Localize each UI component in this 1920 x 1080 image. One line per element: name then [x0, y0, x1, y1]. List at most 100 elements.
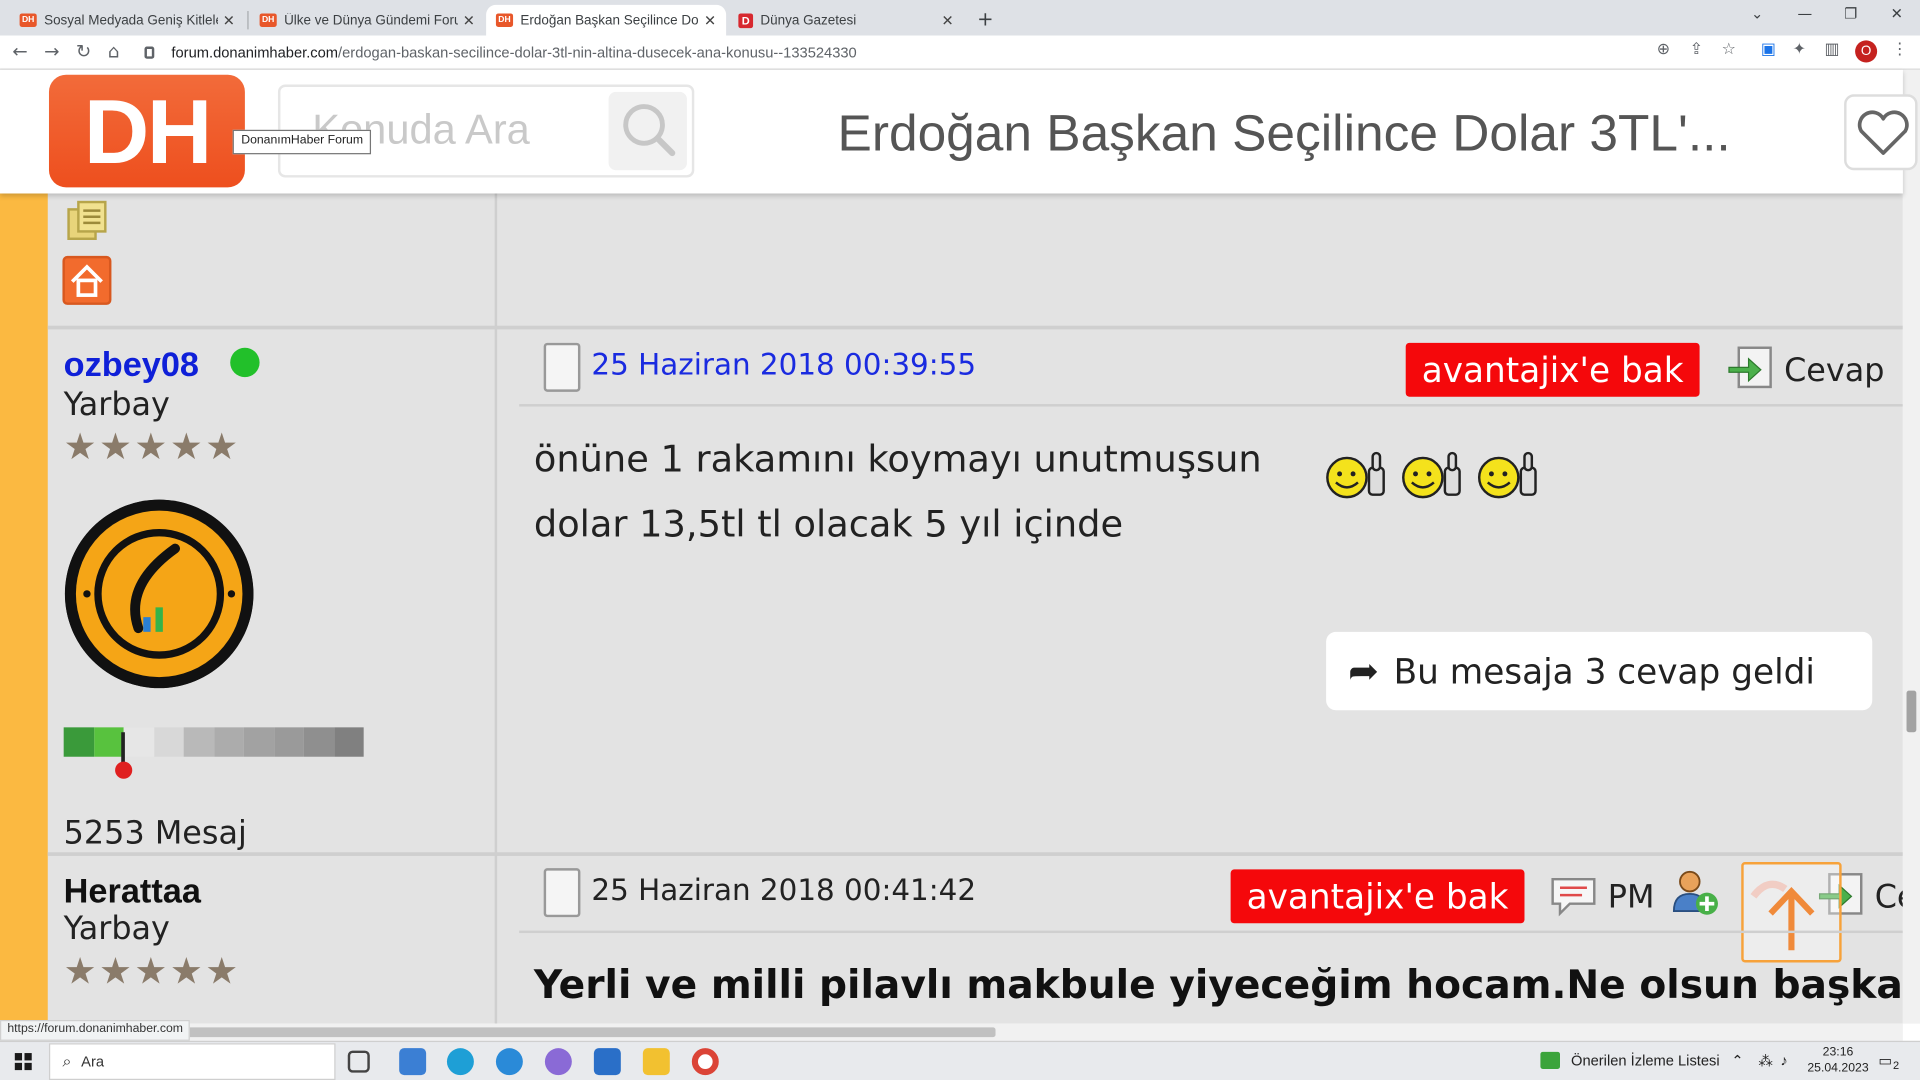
browser-tab-bar: DH Sosyal Medyada Geniş Kitlelere U ✕ DH…	[0, 0, 1920, 36]
post-username[interactable]: ozbey08	[64, 345, 199, 384]
new-tab-icon[interactable]: +	[977, 7, 993, 30]
forward-icon[interactable]: →	[44, 40, 59, 62]
post-date-icon[interactable]	[543, 868, 581, 918]
post-date[interactable]: 25 Haziran 2018 00:39:55	[591, 348, 976, 382]
menu-icon[interactable]: ⋮	[1892, 40, 1908, 58]
extensions-icon[interactable]: ✦	[1793, 40, 1806, 58]
reputation-bar	[63, 727, 364, 757]
translate-icon[interactable]: ▣	[1761, 40, 1776, 58]
post-header-divider	[519, 404, 1903, 407]
browser-tab[interactable]: DH Ülke ve Dünya Gündemi Forumla ✕	[250, 5, 485, 36]
vertical-scrollbar[interactable]	[1902, 69, 1920, 1024]
scrollbar-thumb[interactable]	[183, 1027, 996, 1038]
notification-count: 2	[1893, 1059, 1900, 1072]
post-separator	[47, 852, 1903, 856]
tab-title: Erdoğan Başkan Seçilince Dolar 3	[520, 12, 699, 28]
post-text-line: önüne 1 rakamını koymayı unutmuşsun	[533, 438, 1262, 482]
user-home-icon[interactable]	[62, 255, 112, 305]
close-icon[interactable]: ✕	[942, 12, 954, 29]
user-rank: Yarbay	[63, 386, 170, 424]
url-path: /erdogan-baskan-secilince-dolar-3tl-nin-…	[338, 44, 857, 62]
browser-tab-active[interactable]: DH Erdoğan Başkan Seçilince Dolar 3 ✕	[486, 4, 727, 36]
volume-icon[interactable]: ♪	[1780, 1052, 1787, 1069]
thumbs-up-smiley-icon	[1402, 451, 1461, 499]
replies-button[interactable]: ➦ Bu mesaja 3 cevap geldi	[1326, 631, 1873, 711]
tab-search-icon[interactable]: ⌄	[1751, 5, 1763, 22]
address-bar: ← → ↻ ⌂ forum.donanimhaber.com/erdogan-b…	[0, 35, 1920, 70]
reply-label[interactable]: Ce	[1875, 879, 1903, 916]
reload-icon[interactable]: ↻	[76, 40, 91, 62]
reply-label[interactable]: Cevap	[1784, 353, 1884, 390]
scrollbar-thumb[interactable]	[1906, 690, 1917, 733]
page-title: Erdoğan Başkan Seçilince Dolar 3TL'...	[837, 104, 1731, 162]
file-explorer-icon[interactable]	[642, 1048, 670, 1076]
favorite-button[interactable]	[1844, 94, 1918, 171]
share-icon[interactable]: ⇪	[1690, 40, 1703, 58]
minimize-icon[interactable]: —	[1798, 5, 1813, 22]
browser-tab[interactable]: DH Sosyal Medyada Geniş Kitlelere U ✕	[10, 5, 245, 36]
browser-tab[interactable]: D Dünya Gazetesi ✕	[729, 5, 964, 36]
tray-chevron-icon[interactable]: ⌃	[1731, 1052, 1743, 1069]
thread-content: ozbey08 Yarbay ★★★★★ 5253 Mesaj 25 Hazir…	[0, 193, 1903, 1024]
network-icon[interactable]: ⁂	[1758, 1052, 1773, 1069]
home-icon[interactable]: ⌂	[108, 40, 120, 62]
app-icon[interactable]	[544, 1048, 572, 1076]
system-clock[interactable]: 23:16 25.04.2023	[1807, 1044, 1868, 1076]
copy-icon[interactable]	[65, 200, 109, 244]
windows-start-icon[interactable]	[14, 1053, 32, 1071]
profile-avatar[interactable]: O	[1855, 40, 1878, 63]
url-field[interactable]: forum.donanimhaber.com/erdogan-baskan-se…	[144, 40, 1638, 64]
scroll-to-top-button[interactable]	[1741, 862, 1842, 963]
avantajix-ad-button[interactable]: avantajix'e bak	[1230, 869, 1525, 924]
url-host: forum.donanimhaber.com	[171, 44, 339, 62]
close-icon[interactable]: ✕	[223, 12, 235, 29]
post-text-line: dolar 13,5tl tl olacak 5 yıl içinde	[533, 503, 1124, 547]
restore-icon[interactable]: ❐	[1844, 5, 1857, 22]
taskbar-search-placeholder: Ara	[81, 1053, 105, 1071]
search-button[interactable]	[608, 91, 687, 171]
widgets-icon[interactable]	[399, 1048, 427, 1076]
thumbs-up-smiley-icon	[1326, 451, 1385, 499]
close-icon[interactable]: ✕	[463, 12, 475, 29]
post-separator	[47, 325, 1903, 330]
dh-favicon: DH	[19, 13, 37, 27]
avantajix-ad-button[interactable]: avantajix'e bak	[1405, 342, 1700, 397]
add-friend-icon[interactable]	[1670, 867, 1719, 918]
tab-title: Dünya Gazetesi	[760, 12, 857, 28]
close-icon[interactable]: ✕	[704, 12, 716, 29]
watchlist-icon[interactable]	[1540, 1051, 1561, 1069]
lock-icon	[144, 46, 155, 59]
horizontal-scrollbar[interactable]	[0, 1023, 1903, 1041]
reply-icon[interactable]	[1727, 345, 1776, 389]
post-date[interactable]: 25 Haziran 2018 00:41:42	[591, 873, 976, 907]
reply-arrow-icon: ➦	[1348, 649, 1379, 693]
post-text-line: Yerli ve milli pilavlı makbule yiyeceğim…	[533, 961, 1903, 1008]
clock-time: 23:16	[1822, 1045, 1854, 1060]
window-close-icon[interactable]: ✕	[1891, 5, 1903, 22]
side-panel-icon[interactable]: ▥	[1824, 40, 1839, 58]
post-date-icon[interactable]	[543, 342, 581, 392]
store-icon[interactable]	[593, 1048, 621, 1076]
column-divider	[494, 193, 498, 1024]
chrome-icon[interactable]	[691, 1048, 719, 1076]
bookmark-star-icon[interactable]: ☆	[1722, 40, 1736, 58]
task-view-icon[interactable]	[347, 1050, 370, 1073]
heart-icon	[1857, 110, 1909, 155]
user-avatar[interactable]	[64, 499, 254, 689]
private-message-icon[interactable]	[1550, 874, 1599, 918]
clock-date: 25.04.2023	[1807, 1061, 1869, 1076]
edge-icon[interactable]	[446, 1048, 474, 1076]
status-url: https://forum.donanimhaber.com	[0, 1020, 191, 1041]
watchlist-label[interactable]: Önerilen İzleme Listesi	[1571, 1052, 1720, 1069]
back-icon[interactable]: ←	[12, 40, 27, 62]
app-icon[interactable]	[495, 1048, 523, 1076]
online-status-icon	[230, 347, 260, 378]
dh-logo[interactable]: DH	[48, 74, 245, 188]
tab-title: Ülke ve Dünya Gündemi Forumla	[284, 12, 458, 28]
pm-label[interactable]: PM	[1608, 879, 1655, 916]
notification-icon[interactable]: ▭	[1878, 1052, 1892, 1069]
post-username[interactable]: Herattaa	[64, 872, 201, 911]
zoom-icon[interactable]: ⊕	[1657, 40, 1670, 58]
taskbar-search-input[interactable]: ⌕ Ara	[48, 1043, 336, 1080]
windows-taskbar: ⌕ Ara Önerilen İzleme Listesi ⌃ ⁂ ♪ 23:1…	[0, 1040, 1920, 1080]
